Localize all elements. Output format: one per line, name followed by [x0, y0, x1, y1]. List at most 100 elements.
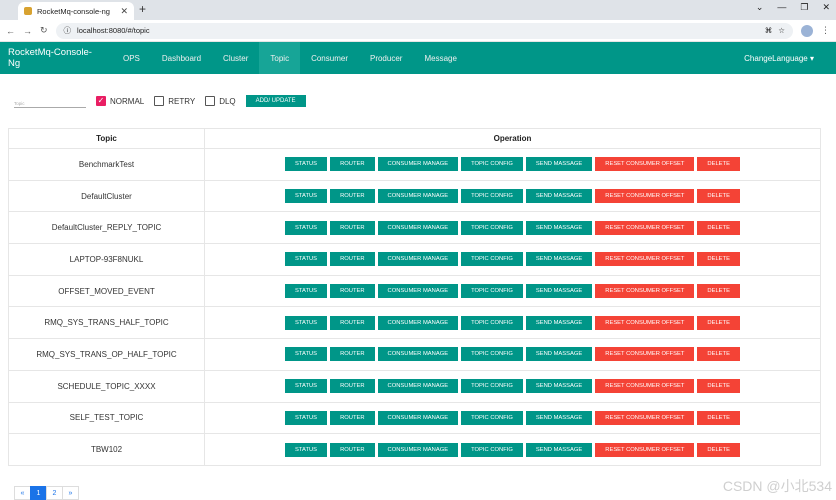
normal-filter[interactable]: ✓ NORMAL [96, 96, 144, 106]
router-button[interactable]: ROUTER [330, 284, 375, 299]
topic-config-button[interactable]: TOPIC CONFIG [461, 284, 523, 299]
reset-consumer-offset-button[interactable]: RESET CONSUMER OFFSET [595, 220, 695, 235]
delete-button[interactable]: DELETE [697, 252, 740, 267]
close-tab-icon[interactable]: ✕ [120, 6, 128, 17]
star-icon[interactable]: ☆ [778, 26, 785, 35]
router-button[interactable]: ROUTER [330, 410, 375, 425]
page-1-button[interactable]: 1 [30, 486, 47, 500]
site-info-icon[interactable]: ⓘ [64, 25, 72, 36]
router-button[interactable]: ROUTER [330, 252, 375, 267]
send-massage-button[interactable]: SEND MASSAGE [525, 315, 593, 330]
router-button[interactable]: ROUTER [330, 189, 375, 204]
send-massage-button[interactable]: SEND MASSAGE [525, 379, 593, 394]
delete-button[interactable]: DELETE [697, 220, 740, 235]
consumer-manage-button[interactable]: CONSUMER MANAGE [377, 410, 459, 425]
reset-consumer-offset-button[interactable]: RESET CONSUMER OFFSET [595, 347, 695, 362]
consumer-manage-button[interactable]: CONSUMER MANAGE [377, 347, 459, 362]
change-language-dropdown[interactable]: ChangeLanguage ▾ [744, 42, 836, 74]
status-button[interactable]: STATUS [285, 220, 328, 235]
topic-config-button[interactable]: TOPIC CONFIG [461, 442, 523, 457]
url-field[interactable]: ⓘ localhost:8080/#/topic ⌘ ☆ [55, 22, 793, 39]
back-icon[interactable]: ← [6, 26, 15, 36]
delete-button[interactable]: DELETE [697, 379, 740, 394]
send-massage-button[interactable]: SEND MASSAGE [525, 157, 593, 172]
topic-config-button[interactable]: TOPIC CONFIG [461, 315, 523, 330]
chevron-down-icon[interactable]: ⌄ [756, 2, 764, 13]
send-massage-button[interactable]: SEND MASSAGE [525, 347, 593, 362]
delete-button[interactable]: DELETE [697, 189, 740, 204]
prev-page-button[interactable]: « [14, 486, 31, 500]
nav-message[interactable]: Message [413, 42, 467, 74]
status-button[interactable]: STATUS [285, 347, 328, 362]
send-massage-button[interactable]: SEND MASSAGE [525, 284, 593, 299]
reset-consumer-offset-button[interactable]: RESET CONSUMER OFFSET [595, 252, 695, 267]
status-button[interactable]: STATUS [285, 410, 328, 425]
retry-filter[interactable]: RETRY [154, 96, 195, 106]
reset-consumer-offset-button[interactable]: RESET CONSUMER OFFSET [595, 189, 695, 204]
close-window-icon[interactable]: ✕ [822, 2, 830, 13]
status-button[interactable]: STATUS [285, 284, 328, 299]
router-button[interactable]: ROUTER [330, 157, 375, 172]
minimize-icon[interactable]: — [777, 2, 786, 13]
page-2-button[interactable]: 2 [46, 486, 63, 500]
reload-icon[interactable]: ↻ [40, 25, 48, 36]
nav-cluster[interactable]: Cluster [212, 42, 259, 74]
status-button[interactable]: STATUS [285, 315, 328, 330]
router-button[interactable]: ROUTER [330, 315, 375, 330]
send-massage-button[interactable]: SEND MASSAGE [525, 220, 593, 235]
consumer-manage-button[interactable]: CONSUMER MANAGE [377, 442, 459, 457]
status-button[interactable]: STATUS [285, 252, 328, 267]
topic-config-button[interactable]: TOPIC CONFIG [461, 410, 523, 425]
reset-consumer-offset-button[interactable]: RESET CONSUMER OFFSET [595, 442, 695, 457]
topic-config-button[interactable]: TOPIC CONFIG [461, 189, 523, 204]
consumer-manage-button[interactable]: CONSUMER MANAGE [377, 189, 459, 204]
reset-consumer-offset-button[interactable]: RESET CONSUMER OFFSET [595, 284, 695, 299]
topic-config-button[interactable]: TOPIC CONFIG [461, 252, 523, 267]
send-massage-button[interactable]: SEND MASSAGE [525, 252, 593, 267]
restore-icon[interactable]: ❐ [800, 2, 808, 13]
reset-consumer-offset-button[interactable]: RESET CONSUMER OFFSET [595, 379, 695, 394]
nav-producer[interactable]: Producer [359, 42, 413, 74]
router-button[interactable]: ROUTER [330, 442, 375, 457]
status-button[interactable]: STATUS [285, 442, 328, 457]
nav-dashboard[interactable]: Dashboard [151, 42, 212, 74]
consumer-manage-button[interactable]: CONSUMER MANAGE [377, 379, 459, 394]
delete-button[interactable]: DELETE [697, 315, 740, 330]
browser-tab[interactable]: RocketMq-console-ng ✕ [18, 2, 134, 20]
consumer-manage-button[interactable]: CONSUMER MANAGE [377, 220, 459, 235]
translate-icon[interactable]: ⌘ [765, 26, 773, 35]
brand-title[interactable]: RocketMq-Console-Ng [0, 42, 112, 74]
retry-checkbox[interactable] [154, 96, 165, 106]
reset-consumer-offset-button[interactable]: RESET CONSUMER OFFSET [595, 410, 695, 425]
delete-button[interactable]: DELETE [697, 410, 740, 425]
send-massage-button[interactable]: SEND MASSAGE [525, 189, 593, 204]
dlq-filter[interactable]: DLQ [205, 96, 236, 106]
consumer-manage-button[interactable]: CONSUMER MANAGE [377, 157, 459, 172]
status-button[interactable]: STATUS [285, 157, 328, 172]
new-tab-icon[interactable]: + [139, 2, 146, 16]
next-page-button[interactable]: » [62, 486, 79, 500]
topic-config-button[interactable]: TOPIC CONFIG [461, 220, 523, 235]
normal-checkbox[interactable]: ✓ [96, 96, 106, 106]
consumer-manage-button[interactable]: CONSUMER MANAGE [377, 315, 459, 330]
delete-button[interactable]: DELETE [697, 284, 740, 299]
reset-consumer-offset-button[interactable]: RESET CONSUMER OFFSET [595, 157, 695, 172]
menu-icon[interactable]: ⋮ [821, 25, 830, 36]
topic-config-button[interactable]: TOPIC CONFIG [461, 157, 523, 172]
dlq-checkbox[interactable] [205, 96, 216, 106]
delete-button[interactable]: DELETE [697, 347, 740, 362]
nav-consumer[interactable]: Consumer [300, 42, 359, 74]
status-button[interactable]: STATUS [285, 379, 328, 394]
topic-config-button[interactable]: TOPIC CONFIG [461, 347, 523, 362]
add-update-button[interactable]: ADD/ UPDATE [245, 95, 306, 107]
delete-button[interactable]: DELETE [697, 442, 740, 457]
forward-icon[interactable]: → [23, 26, 32, 36]
nav-ops[interactable]: OPS [112, 42, 151, 74]
status-button[interactable]: STATUS [285, 189, 328, 204]
delete-button[interactable]: DELETE [697, 157, 740, 172]
consumer-manage-button[interactable]: CONSUMER MANAGE [377, 284, 459, 299]
router-button[interactable]: ROUTER [330, 220, 375, 235]
router-button[interactable]: ROUTER [330, 347, 375, 362]
consumer-manage-button[interactable]: CONSUMER MANAGE [377, 252, 459, 267]
reset-consumer-offset-button[interactable]: RESET CONSUMER OFFSET [595, 315, 695, 330]
